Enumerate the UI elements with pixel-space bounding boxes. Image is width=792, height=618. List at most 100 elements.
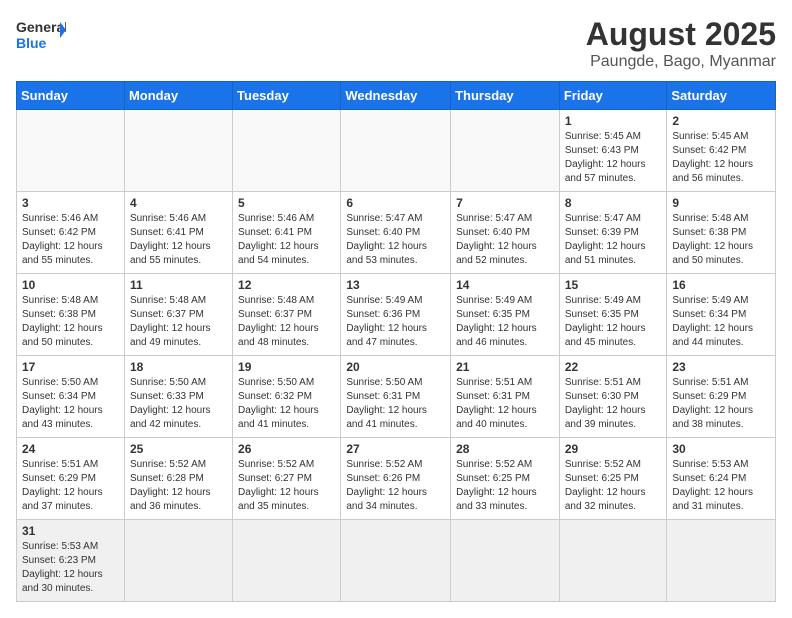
day-info: Sunrise: 5:48 AM Sunset: 6:37 PM Dayligh…: [130, 294, 227, 350]
calendar-cell: 26 Sunrise: 5:52 AM Sunset: 6:27 PM Dayli…: [233, 438, 341, 520]
day-number: 3: [22, 196, 119, 210]
calendar-title: August 2025: [586, 16, 776, 53]
day-number: 21: [456, 360, 554, 374]
calendar-cell: 15 Sunrise: 5:49 AM Sunset: 6:35 PM Dayli…: [559, 274, 667, 356]
calendar-cell: 11Sunrise: 5:48 AM Sunset: 6:37 PM Dayli…: [124, 274, 232, 356]
day-number: 9: [672, 196, 770, 210]
day-info: Sunrise: 5:48 AM Sunset: 6:38 PM Dayligh…: [672, 212, 770, 268]
day-info: Sunrise: 5:50 AM Sunset: 6:33 PM Dayligh…: [130, 376, 227, 432]
day-info: Sunrise: 5:47 AM Sunset: 6:40 PM Dayligh…: [456, 212, 554, 268]
day-number: 19: [238, 360, 335, 374]
weekday-header-monday: Monday: [124, 82, 232, 110]
calendar-cell: 8Sunrise: 5:47 AM Sunset: 6:39 PM Daylig…: [559, 192, 667, 274]
day-number: 13: [346, 278, 445, 292]
weekday-header-row: SundayMondayTuesdayWednesdayThursdayFrid…: [17, 82, 776, 110]
calendar-cell: 6 Sunrise: 5:47 AM Sunset: 6:40 PM Daylig…: [341, 192, 451, 274]
calendar-cell: [124, 520, 232, 602]
weekday-header-tuesday: Tuesday: [233, 82, 341, 110]
calendar-cell: 18 Sunrise: 5:50 AM Sunset: 6:33 PM Dayli…: [124, 356, 232, 438]
weekday-header-sunday: Sunday: [17, 82, 125, 110]
calendar-cell: 14 Sunrise: 5:49 AM Sunset: 6:35 PM Dayli…: [451, 274, 560, 356]
title-area: August 2025 Paungde, Bago, Myanmar: [586, 16, 776, 71]
day-info: Sunrise: 5:47 AM Sunset: 6:39 PM Dayligh…: [565, 212, 662, 268]
week-row-1: 1Sunrise: 5:45 AM Sunset: 6:43 PM Daylig…: [17, 110, 776, 192]
day-number: 20: [346, 360, 445, 374]
calendar-cell: 12Sunrise: 5:48 AM Sunset: 6:37 PM Dayli…: [233, 274, 341, 356]
calendar-cell: 27Sunrise: 5:52 AM Sunset: 6:26 PM Dayli…: [341, 438, 451, 520]
day-info: Sunrise: 5:49 AM Sunset: 6:35 PM Dayligh…: [565, 294, 662, 350]
day-number: 18: [130, 360, 227, 374]
day-info: Sunrise: 5:47 AM Sunset: 6:40 PM Dayligh…: [346, 212, 445, 268]
calendar-cell: [667, 520, 776, 602]
day-info: Sunrise: 5:46 AM Sunset: 6:42 PM Dayligh…: [22, 212, 119, 268]
week-row-5: 24Sunrise: 5:51 AM Sunset: 6:29 PM Dayli…: [17, 438, 776, 520]
day-number: 15: [565, 278, 662, 292]
svg-text:General: General: [16, 19, 66, 35]
day-number: 28: [456, 442, 554, 456]
day-number: 31: [22, 524, 119, 538]
logo: General Blue: [16, 16, 66, 56]
calendar-cell: 9 Sunrise: 5:48 AM Sunset: 6:38 PM Daylig…: [667, 192, 776, 274]
day-info: Sunrise: 5:51 AM Sunset: 6:29 PM Dayligh…: [672, 376, 770, 432]
calendar-cell: 7 Sunrise: 5:47 AM Sunset: 6:40 PM Daylig…: [451, 192, 560, 274]
calendar-cell: 17Sunrise: 5:50 AM Sunset: 6:34 PM Dayli…: [17, 356, 125, 438]
day-info: Sunrise: 5:53 AM Sunset: 6:23 PM Dayligh…: [22, 540, 119, 596]
calendar-cell: 25Sunrise: 5:52 AM Sunset: 6:28 PM Dayli…: [124, 438, 232, 520]
day-info: Sunrise: 5:46 AM Sunset: 6:41 PM Dayligh…: [238, 212, 335, 268]
week-row-6: 31 Sunrise: 5:53 AM Sunset: 6:23 PM Dayli…: [17, 520, 776, 602]
day-info: Sunrise: 5:50 AM Sunset: 6:31 PM Dayligh…: [346, 376, 445, 432]
calendar-cell: 30Sunrise: 5:53 AM Sunset: 6:24 PM Dayli…: [667, 438, 776, 520]
calendar-cell: 5 Sunrise: 5:46 AM Sunset: 6:41 PM Daylig…: [233, 192, 341, 274]
calendar-cell: 31 Sunrise: 5:53 AM Sunset: 6:23 PM Dayli…: [17, 520, 125, 602]
calendar-cell: [341, 520, 451, 602]
week-row-2: 3 Sunrise: 5:46 AM Sunset: 6:42 PM Daylig…: [17, 192, 776, 274]
calendar-cell: 4Sunrise: 5:46 AM Sunset: 6:41 PM Daylig…: [124, 192, 232, 274]
logo-svg: General Blue: [16, 16, 66, 56]
day-number: 26: [238, 442, 335, 456]
calendar-cell: 10Sunrise: 5:48 AM Sunset: 6:38 PM Dayli…: [17, 274, 125, 356]
calendar-cell: 29Sunrise: 5:52 AM Sunset: 6:25 PM Dayli…: [559, 438, 667, 520]
day-number: 5: [238, 196, 335, 210]
calendar-cell: 22 Sunrise: 5:51 AM Sunset: 6:30 PM Dayli…: [559, 356, 667, 438]
day-number: 12: [238, 278, 335, 292]
day-info: Sunrise: 5:51 AM Sunset: 6:31 PM Dayligh…: [456, 376, 554, 432]
calendar-cell: [341, 110, 451, 192]
day-info: Sunrise: 5:49 AM Sunset: 6:36 PM Dayligh…: [346, 294, 445, 350]
calendar-cell: 2Sunrise: 5:45 AM Sunset: 6:42 PM Daylig…: [667, 110, 776, 192]
calendar-cell: [233, 110, 341, 192]
day-info: Sunrise: 5:51 AM Sunset: 6:30 PM Dayligh…: [565, 376, 662, 432]
calendar-cell: 20 Sunrise: 5:50 AM Sunset: 6:31 PM Dayli…: [341, 356, 451, 438]
calendar-cell: [233, 520, 341, 602]
day-info: Sunrise: 5:50 AM Sunset: 6:32 PM Dayligh…: [238, 376, 335, 432]
calendar-table: SundayMondayTuesdayWednesdayThursdayFrid…: [16, 81, 776, 602]
day-number: 1: [565, 114, 662, 128]
day-number: 22: [565, 360, 662, 374]
calendar-cell: 1Sunrise: 5:45 AM Sunset: 6:43 PM Daylig…: [559, 110, 667, 192]
day-info: Sunrise: 5:51 AM Sunset: 6:29 PM Dayligh…: [22, 458, 119, 514]
day-number: 6: [346, 196, 445, 210]
day-number: 17: [22, 360, 119, 374]
calendar-cell: [451, 110, 560, 192]
calendar-cell: 21 Sunrise: 5:51 AM Sunset: 6:31 PM Dayli…: [451, 356, 560, 438]
day-info: Sunrise: 5:52 AM Sunset: 6:27 PM Dayligh…: [238, 458, 335, 514]
day-info: Sunrise: 5:46 AM Sunset: 6:41 PM Dayligh…: [130, 212, 227, 268]
week-row-4: 17Sunrise: 5:50 AM Sunset: 6:34 PM Dayli…: [17, 356, 776, 438]
day-info: Sunrise: 5:53 AM Sunset: 6:24 PM Dayligh…: [672, 458, 770, 514]
weekday-header-saturday: Saturday: [667, 82, 776, 110]
day-info: Sunrise: 5:49 AM Sunset: 6:35 PM Dayligh…: [456, 294, 554, 350]
day-info: Sunrise: 5:52 AM Sunset: 6:26 PM Dayligh…: [346, 458, 445, 514]
calendar-cell: 13 Sunrise: 5:49 AM Sunset: 6:36 PM Dayli…: [341, 274, 451, 356]
day-number: 23: [672, 360, 770, 374]
day-number: 10: [22, 278, 119, 292]
day-number: 7: [456, 196, 554, 210]
day-number: 14: [456, 278, 554, 292]
calendar-subtitle: Paungde, Bago, Myanmar: [586, 53, 776, 71]
calendar-cell: 24Sunrise: 5:51 AM Sunset: 6:29 PM Dayli…: [17, 438, 125, 520]
calendar-cell: 28Sunrise: 5:52 AM Sunset: 6:25 PM Dayli…: [451, 438, 560, 520]
week-row-3: 10Sunrise: 5:48 AM Sunset: 6:38 PM Dayli…: [17, 274, 776, 356]
day-number: 25: [130, 442, 227, 456]
calendar-cell: 23 Sunrise: 5:51 AM Sunset: 6:29 PM Dayli…: [667, 356, 776, 438]
day-info: Sunrise: 5:45 AM Sunset: 6:42 PM Dayligh…: [672, 130, 770, 186]
calendar-cell: 16Sunrise: 5:49 AM Sunset: 6:34 PM Dayli…: [667, 274, 776, 356]
weekday-header-friday: Friday: [559, 82, 667, 110]
